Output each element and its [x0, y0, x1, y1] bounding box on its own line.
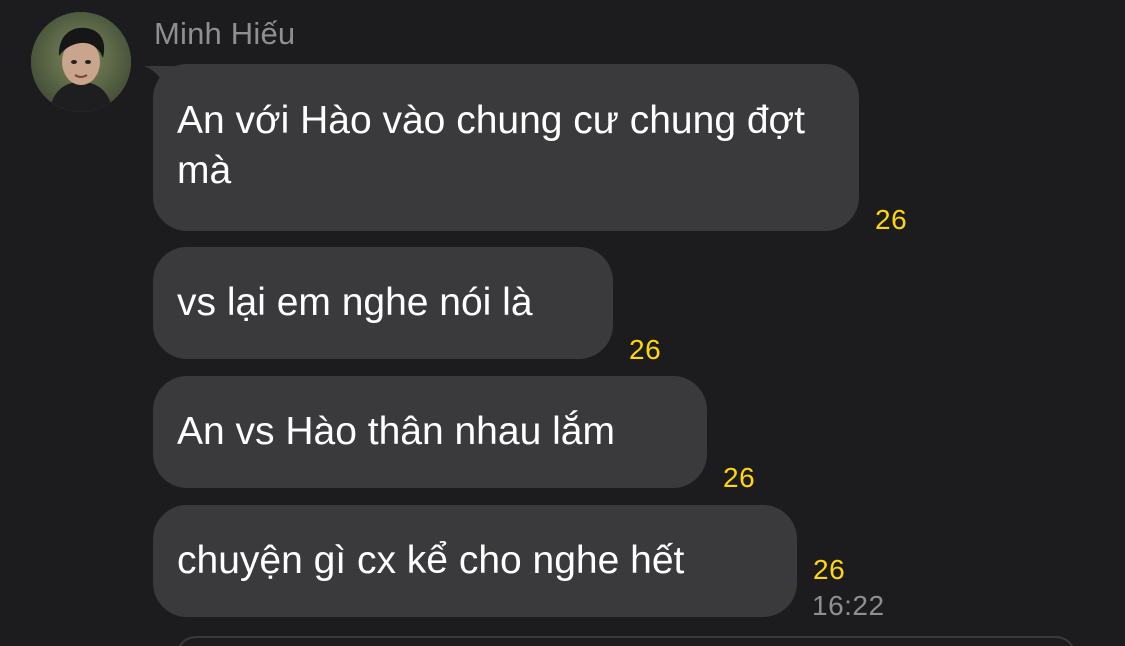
- sender-name: Minh Hiếu: [154, 16, 296, 51]
- reaction-count[interactable]: 26: [629, 334, 661, 366]
- message-text: vs lại em nghe nói là: [177, 281, 533, 324]
- message-bubble[interactable]: An với Hào vào chung cư chung đợt mà: [153, 64, 859, 231]
- chat-screen: Minh Hiếu An với Hào vào chung cư chung …: [0, 0, 1125, 646]
- message-bubble[interactable]: chuyện gì cx kể cho nghe hết: [153, 505, 797, 617]
- avatar-photo-icon: [31, 12, 131, 112]
- sender-avatar[interactable]: [31, 12, 131, 112]
- reaction-count[interactable]: 26: [813, 554, 845, 586]
- message-bubble[interactable]: An vs Hào thân nhau lắm: [153, 376, 707, 488]
- message-text: An vs Hào thân nhau lắm: [177, 410, 615, 453]
- message-bubble[interactable]: vs lại em nghe nói là: [153, 247, 613, 359]
- reaction-count[interactable]: 26: [875, 204, 907, 236]
- reaction-count[interactable]: 26: [723, 462, 755, 494]
- message-input[interactable]: [176, 636, 1076, 646]
- message-text: An với Hào vào chung cư chung đợt mà: [177, 99, 805, 192]
- message-timestamp: 16:22: [812, 590, 885, 621]
- message-text: chuyện gì cx kể cho nghe hết: [177, 539, 685, 582]
